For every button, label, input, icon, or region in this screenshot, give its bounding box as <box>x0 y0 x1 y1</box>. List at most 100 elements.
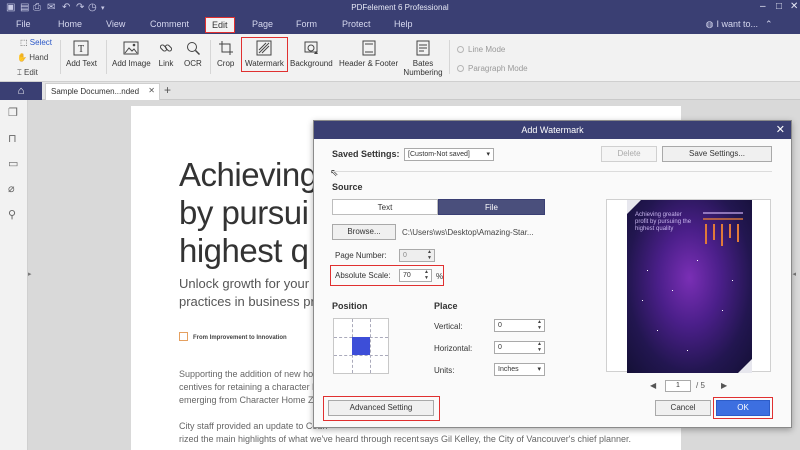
i-want-to-label: I want to... <box>716 19 758 29</box>
menu-page[interactable]: Page <box>252 19 273 29</box>
dialog-close-icon[interactable]: ✕ <box>776 121 785 139</box>
preview-bar <box>705 224 707 244</box>
bookmark-icon[interactable]: ⊓ <box>8 132 17 145</box>
background-button[interactable]: Background <box>290 40 333 68</box>
units-dropdown[interactable]: Inches ▾ <box>494 363 545 376</box>
document-title: Achieving by pursui highest q <box>179 156 318 270</box>
menu-form[interactable]: Form <box>296 19 317 29</box>
bates-numbering-button[interactable]: Bates Numbering <box>403 40 443 77</box>
select-mode[interactable]: ⬚ Select <box>20 38 52 47</box>
bates-numbering-icon <box>416 40 430 56</box>
preview-star <box>722 310 723 311</box>
line-mode-radio[interactable]: Line Mode <box>457 45 505 54</box>
next-page-icon[interactable]: ▶ <box>721 381 727 390</box>
preview-star <box>647 270 648 271</box>
document-tab[interactable]: Sample Documen...nded ✕ <box>45 83 160 100</box>
watermark-button[interactable]: Watermark <box>241 37 288 72</box>
maximize-icon[interactable]: □ <box>776 1 782 12</box>
ribbon-separator <box>106 40 107 74</box>
vertical-label: Vertical: <box>434 322 463 331</box>
saved-settings-value: [Custom-Not saved] <box>408 151 470 158</box>
header-footer-button[interactable]: Header & Footer <box>339 40 398 68</box>
page-number-value: 0 <box>403 252 407 259</box>
preview-star <box>657 330 658 331</box>
menu-home[interactable]: Home <box>58 19 82 29</box>
search-icon[interactable]: ⚲ <box>8 208 16 221</box>
absolute-scale-value: 70 <box>403 272 411 279</box>
file-path: C:\Users\ws\Desktop\Amazing-Star... <box>402 228 534 237</box>
preview-bar <box>721 224 723 246</box>
expand-left-panel-icon[interactable]: ▸ <box>28 270 32 278</box>
close-tab-icon[interactable]: ✕ <box>148 86 155 95</box>
preview-page-image: Achieving greater profit by pursuing the… <box>627 200 752 373</box>
units-label: Units: <box>434 366 455 375</box>
dialog-title: Add Watermark <box>521 125 584 135</box>
menu-file[interactable]: File <box>16 19 31 29</box>
paragraph-mode-label: Paragraph Mode <box>468 64 528 73</box>
new-tab-icon[interactable]: + <box>164 83 171 97</box>
home-icon[interactable]: ⌂ <box>0 82 42 100</box>
link-button[interactable]: Link <box>158 40 174 68</box>
add-image-button[interactable]: Add Image <box>112 40 151 68</box>
add-text-button[interactable]: T Add Text <box>66 40 97 68</box>
preview-page-input[interactable]: 1 <box>665 380 691 392</box>
menu-edit[interactable]: Edit <box>205 17 235 33</box>
edit-mode[interactable]: ⌶ Edit <box>17 68 38 78</box>
title-bar: ▣ ▤ ⎙ ✉ ↶ ↷ ◷ ▾ PDFelement 6 Professiona… <box>0 0 800 16</box>
i-want-to-search[interactable]: ◍ I want to... <box>706 19 758 30</box>
menu-protect[interactable]: Protect <box>342 19 371 29</box>
title-line: by pursui <box>179 194 309 231</box>
add-text-icon: T <box>73 40 89 56</box>
ribbon-separator <box>449 40 450 74</box>
spinner-arrows-icon[interactable]: ▲ ▼ <box>537 341 542 353</box>
crop-button[interactable]: Crop <box>217 40 234 68</box>
position-grid[interactable] <box>333 318 389 374</box>
spinner-arrows-icon[interactable]: ▲ ▼ <box>424 269 429 281</box>
tag-icon <box>179 332 188 341</box>
thumbnails-icon[interactable]: ❐ <box>8 106 18 119</box>
attachment-icon[interactable]: ⌀ <box>8 182 15 195</box>
select-cursor-icon: ⬚ <box>20 38 28 47</box>
cancel-button[interactable]: Cancel <box>655 400 711 416</box>
document-quote: says Gil Kelley, the City of Vancouver's… <box>420 434 631 444</box>
header-footer-icon <box>362 40 376 56</box>
comment-icon[interactable]: ▭ <box>8 157 18 170</box>
watermark-preview: Achieving greater profit by pursuing the… <box>606 199 771 373</box>
spinner-arrows-icon[interactable]: ▲ ▼ <box>537 319 542 331</box>
menu-help[interactable]: Help <box>394 19 413 29</box>
saved-settings-dropdown[interactable]: [Custom-Not saved] ▾ <box>404 148 494 161</box>
spinner-arrows-icon[interactable]: ▲ ▼ <box>427 249 432 261</box>
ocr-button[interactable]: OCR <box>184 40 202 68</box>
add-text-label: Add Text <box>66 59 97 68</box>
horizontal-input[interactable]: 0 ▲ ▼ <box>494 341 545 354</box>
ribbon-collapse-icon[interactable]: ⌃ <box>765 19 773 30</box>
preview-text-line: Achieving greater <box>635 212 682 218</box>
vertical-input[interactable]: 0 ▲ ▼ <box>494 319 545 332</box>
previous-page-icon[interactable]: ◀ <box>650 381 656 390</box>
link-label: Link <box>158 59 174 68</box>
browse-button[interactable]: Browse... <box>332 224 396 240</box>
absolute-scale-input[interactable]: 70 ▲ ▼ <box>399 269 432 282</box>
place-label: Place <box>434 301 458 311</box>
menu-comment[interactable]: Comment <box>150 19 189 29</box>
ok-button[interactable]: OK <box>716 400 770 416</box>
source-file-tab[interactable]: File <box>438 199 545 215</box>
page-number-input[interactable]: 0 ▲ ▼ <box>399 249 435 262</box>
save-settings-button[interactable]: Save Settings... <box>662 146 772 162</box>
paragraph-mode-radio[interactable]: Paragraph Mode <box>457 64 528 73</box>
advanced-setting-button[interactable]: Advanced Setting <box>328 400 434 416</box>
preview-bar <box>737 224 739 242</box>
minimize-icon[interactable]: – <box>760 1 766 12</box>
close-window-icon[interactable]: ✕ <box>790 1 798 12</box>
page-number-label: Page Number: <box>335 251 387 260</box>
position-center-cell[interactable] <box>352 337 370 355</box>
expand-right-panel-icon[interactable]: ◂ <box>792 270 796 278</box>
preview-bar <box>729 224 731 238</box>
menu-view[interactable]: View <box>106 19 125 29</box>
edit-cursor-icon: ⌶ <box>17 68 22 77</box>
hand-mode[interactable]: ✋ Hand <box>17 53 48 62</box>
title-line: Achieving <box>179 156 318 193</box>
absolute-scale-label: Absolute Scale: <box>335 271 391 280</box>
delete-button[interactable]: Delete <box>601 146 657 162</box>
source-text-tab[interactable]: Text <box>332 199 438 215</box>
